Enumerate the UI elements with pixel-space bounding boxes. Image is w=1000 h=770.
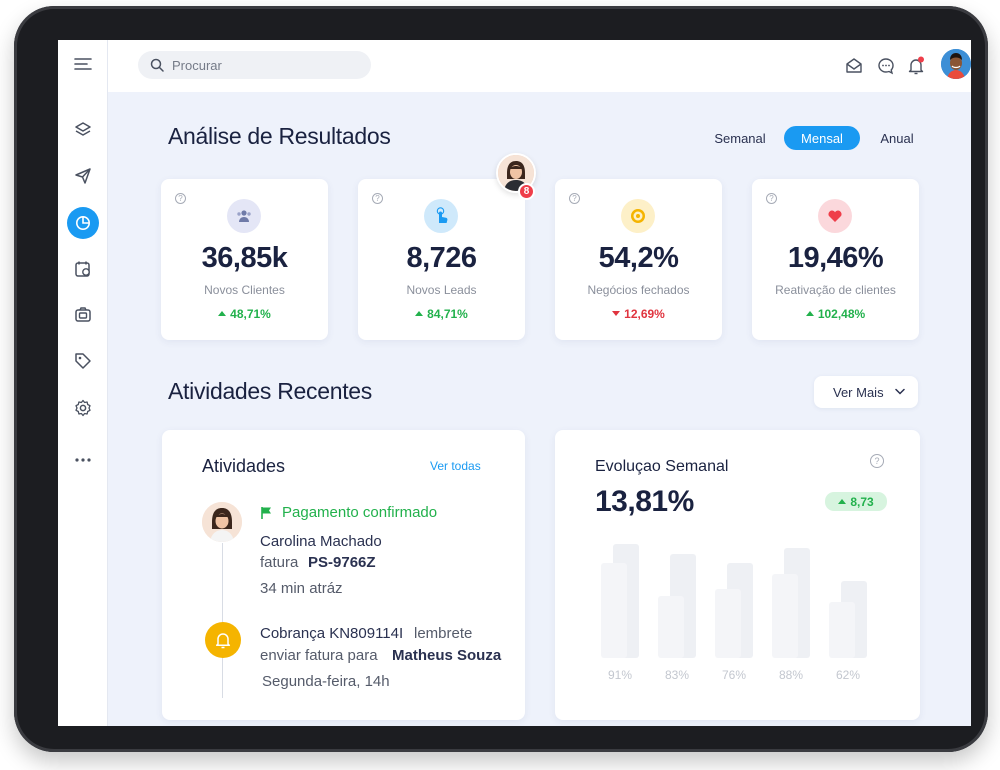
weekly-evolution-card: Evoluçao Semanal ? 13,81% 8,73 91% 83% 76%… [555,430,920,720]
chart-bar [601,563,627,658]
activity-time: Segunda-feira, 14h [262,673,390,690]
chart-tick-label: 62% [835,668,861,682]
ver-mais-dropdown[interactable]: Ver Mais [814,376,918,408]
user-avatar[interactable] [941,49,971,79]
invoice-label: fatura [260,554,299,571]
activity-suffix: lembrete [414,625,473,642]
arrow-up-icon [218,311,227,316]
arrow-down-icon [612,311,621,316]
kpi-card-novos-clientes[interactable]: ? 36,85k Novos Clientes 48,71% [161,179,328,340]
search-icon [150,58,164,72]
chart-tick-label: 88% [778,668,804,682]
menu-icon[interactable] [67,48,99,80]
mail-icon[interactable] [844,56,864,76]
tab-semanal[interactable]: Semanal [710,126,770,150]
heart-icon [818,199,852,233]
target-icon [621,199,655,233]
kpi-change: 48,71% [161,307,328,321]
chart-tick-label: 76% [721,668,747,682]
kpi-value: 8,726 [406,242,477,274]
tag-icon[interactable] [67,345,99,377]
kpi-label: Novos Leads [406,283,477,297]
search-box[interactable] [138,51,371,79]
chevron-down-icon [895,388,905,395]
activities-card: Atividades Ver todas Pagamento confirmad… [162,430,525,720]
ver-mais-label: Ver Mais [833,384,884,400]
chart-bar [829,601,855,658]
touch-icon [424,199,458,233]
kpi-change-value: 84,71% [427,307,468,321]
chat-icon[interactable] [876,56,896,76]
card-title: Atividades [202,456,286,476]
camera-icon[interactable] [67,299,99,331]
kpi-change: 102,48% [752,307,919,321]
send-icon[interactable] [67,160,99,192]
help-icon[interactable]: ? [766,193,777,204]
kpi-change-value: 12,69% [624,307,665,321]
chart-bar [658,595,684,658]
chart-bar [772,574,798,658]
timeline-line [222,543,223,698]
kpi-value: 19,46% [787,242,884,274]
kpi-card-reativacao[interactable]: ? 19,46% Reativação de clientes 102,48% [752,179,919,340]
more-icon[interactable] [67,444,99,476]
chart-tick-label: 91% [607,668,633,682]
kpi-change-value: 102,48% [817,307,866,321]
tablet-frame: Análise de Resultados Semanal Mensal Anu… [14,6,988,752]
page-title: Análise de Resultados [168,123,391,149]
kpi-card-negocios-fechados[interactable]: ? 54,2% Negócios fechados 12,69% [555,179,722,340]
kpi-change: 84,71% [358,307,525,321]
arrow-up-icon [415,311,424,316]
chart-pie-icon[interactable] [67,207,99,239]
arrow-up-icon [805,311,814,316]
kpi-value: 54,2% [598,242,679,274]
activity-status: Pagamento confirmado [282,504,438,521]
help-icon[interactable]: ? [372,193,383,204]
kpi-change: 12,69% [555,307,722,321]
chart-bar [715,589,741,658]
bell-icon [205,622,241,658]
tab-anual[interactable]: Anual [874,126,920,150]
flag-icon [261,507,271,519]
activity-time: 34 min atráz [260,580,343,597]
activity-name: Carolina Machado [260,533,382,550]
help-icon[interactable]: ? [569,193,580,204]
chart-tick-label: 83% [664,668,690,682]
kpi-card-novos-leads[interactable]: ? 8,726 Novos Leads 84,71% [358,179,525,340]
bell-icon[interactable] [906,56,926,76]
layers-icon[interactable] [67,114,99,146]
kpi-change-value: 48,71% [230,307,271,321]
notification-badge: 8 [518,183,535,200]
sidebar [58,40,108,726]
kpi-value: 36,85k [201,242,288,274]
activity-line2: enviar fatura para [260,647,378,664]
recipient-name: Matheus Souza [392,647,502,664]
app-screen: Análise de Resultados Semanal Mensal Anu… [58,40,971,726]
weekly-bar-chart: 91% 83% 76% 88% 62% [555,430,920,720]
kpi-label: Novos Clientes [204,283,285,297]
help-icon[interactable]: ? [175,193,186,204]
avatar [202,502,242,542]
topbar [108,40,971,92]
users-icon [227,199,261,233]
ver-todas-link[interactable]: Ver todas [430,459,481,473]
kpi-label: Negócios fechados [587,283,690,297]
settings-icon[interactable] [67,392,99,424]
kpi-label: Reativação de clientes [775,283,896,297]
search-input[interactable] [172,57,352,73]
tab-mensal[interactable]: Mensal [784,126,860,150]
calendar-clock-icon[interactable] [67,253,99,285]
section-title: Atividades Recentes [168,378,372,404]
invoice-id: PS-9766Z [308,554,376,571]
activity-title: Cobrança KN809114I [260,625,404,642]
